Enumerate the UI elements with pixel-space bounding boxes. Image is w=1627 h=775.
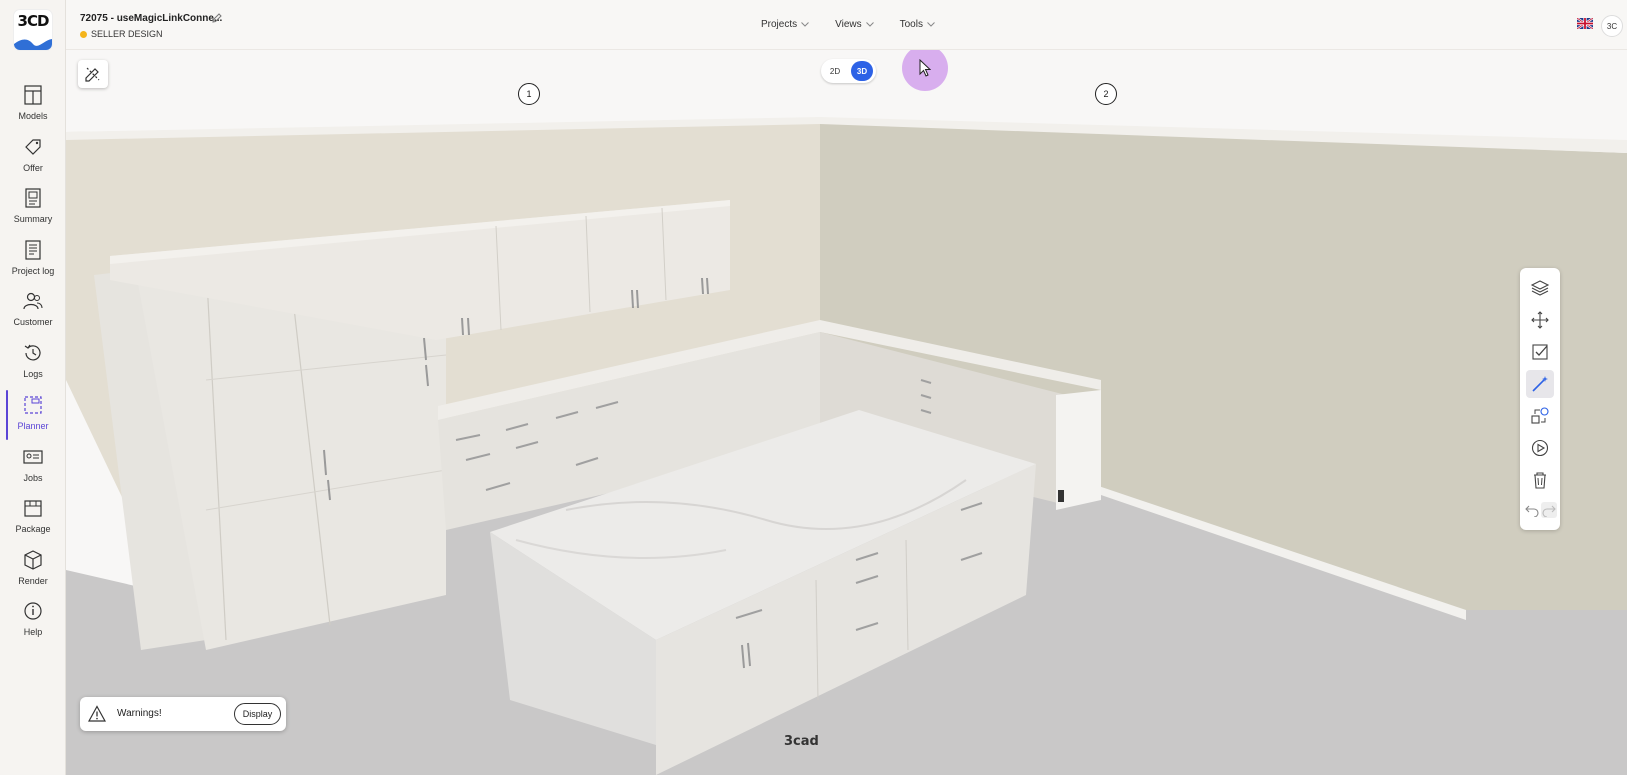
sidebar-item-label: Customer bbox=[13, 317, 53, 327]
history-icon bbox=[24, 344, 41, 361]
sidebar-item-label: Project log bbox=[11, 266, 55, 276]
layers-button[interactable] bbox=[1526, 274, 1554, 302]
sidebar-item-render[interactable]: Render bbox=[0, 549, 66, 599]
move-icon bbox=[1531, 311, 1549, 329]
logo-wave-icon bbox=[14, 39, 52, 50]
planner-3d-viewport[interactable]: 2D 3D 1 2 Warnings! Display 3cad bbox=[66, 50, 1627, 775]
warning-triangle-icon bbox=[88, 705, 106, 722]
sidebar-item-label: Jobs bbox=[23, 473, 43, 483]
main-menu: Projects Views Tools bbox=[761, 19, 961, 30]
swap-button[interactable] bbox=[1526, 402, 1554, 430]
warnings-label: Warnings! bbox=[117, 708, 162, 719]
menu-label: Views bbox=[835, 19, 862, 30]
sidebar-item-offer[interactable]: Offer bbox=[0, 136, 66, 186]
info-icon bbox=[24, 602, 42, 620]
ruler-pencil-icon bbox=[85, 67, 100, 82]
sidebar-item-label: Help bbox=[23, 627, 43, 637]
sidebar-item-project-log[interactable]: Project log bbox=[0, 239, 66, 289]
magic-edit-button[interactable] bbox=[78, 60, 108, 88]
kitchen-3d-scene[interactable] bbox=[66, 50, 1627, 775]
tag-icon bbox=[25, 139, 41, 155]
status-dot bbox=[80, 30, 87, 38]
play-icon bbox=[1531, 439, 1549, 457]
document-icon bbox=[25, 240, 41, 260]
menu-views[interactable]: Views bbox=[835, 19, 874, 30]
sidebar-item-logs[interactable]: Logs bbox=[0, 342, 66, 392]
project-title[interactable]: 72075 - useMagicLinkConne... bbox=[80, 13, 222, 24]
sidebar-item-label: Planner bbox=[17, 421, 49, 431]
checkbox-icon bbox=[1532, 344, 1548, 360]
menu-projects[interactable]: Projects bbox=[761, 19, 809, 30]
trash-icon bbox=[1534, 472, 1546, 489]
play-button[interactable] bbox=[1526, 434, 1554, 462]
select-button[interactable] bbox=[1526, 338, 1554, 366]
view-2d-option[interactable]: 2D bbox=[824, 61, 846, 81]
models-icon bbox=[24, 85, 42, 105]
svg-text:3cad: 3cad bbox=[784, 734, 819, 747]
status-text: SELLER DESIGN bbox=[91, 29, 163, 39]
move-button[interactable] bbox=[1526, 306, 1554, 334]
delete-button[interactable] bbox=[1526, 466, 1554, 494]
mouse-cursor-icon bbox=[919, 59, 931, 77]
view-3d-option[interactable]: 3D bbox=[851, 61, 873, 81]
magic-wand-button[interactable] bbox=[1526, 370, 1554, 398]
pencil-icon[interactable] bbox=[211, 12, 223, 24]
redo-icon bbox=[1542, 505, 1556, 517]
summary-icon bbox=[25, 188, 41, 208]
planner-icon bbox=[24, 396, 42, 414]
sidebar-item-planner[interactable]: Planner bbox=[0, 390, 66, 444]
uk-flag-icon[interactable] bbox=[1577, 18, 1593, 29]
sidebar-item-label: Summary bbox=[13, 214, 53, 224]
sidebar-item-jobs[interactable]: Jobs bbox=[0, 446, 66, 496]
sidebar-item-label: Offer bbox=[23, 163, 43, 173]
project-status: SELLER DESIGN bbox=[80, 29, 163, 39]
jobs-icon bbox=[23, 450, 43, 464]
brand-logo[interactable]: 3CD bbox=[14, 10, 52, 50]
user-avatar[interactable]: 3C bbox=[1601, 15, 1623, 37]
sidebar-item-package[interactable]: Package bbox=[0, 497, 66, 547]
sidebar-item-customer[interactable]: Customer bbox=[0, 290, 66, 340]
display-warnings-button[interactable]: Display bbox=[234, 703, 281, 725]
sidebar-item-label: Render bbox=[18, 576, 48, 586]
right-toolbar bbox=[1520, 268, 1560, 530]
wall-marker-2[interactable]: 2 bbox=[1095, 83, 1117, 105]
menu-label: Tools bbox=[899, 19, 923, 30]
menu-label: Projects bbox=[761, 19, 798, 30]
chevron-down-icon bbox=[801, 22, 809, 27]
warnings-panel: Warnings! Display bbox=[80, 697, 286, 731]
redo-button[interactable] bbox=[1541, 502, 1557, 518]
swap-icon bbox=[1531, 407, 1549, 424]
view-mode-toggle[interactable]: 2D 3D bbox=[821, 59, 876, 83]
sidebar-item-help[interactable]: Help bbox=[0, 600, 66, 650]
top-header: 72075 - useMagicLinkConne... SELLER DESI… bbox=[66, 0, 1627, 50]
magic-wand-icon bbox=[1532, 376, 1548, 392]
package-icon bbox=[24, 500, 42, 517]
sidebar-item-summary[interactable]: Summary bbox=[0, 187, 66, 237]
cube-icon bbox=[24, 550, 42, 570]
undo-button[interactable] bbox=[1524, 502, 1540, 518]
wall-marker-1[interactable]: 1 bbox=[518, 83, 540, 105]
logo-text: 3CD bbox=[17, 12, 50, 30]
undo-icon bbox=[1525, 505, 1539, 517]
3cad-watermark-logo: 3cad bbox=[784, 734, 819, 747]
sidebar-item-label: Package bbox=[15, 524, 51, 534]
sidebar: 3CD Models Offer Summary Project log Cus… bbox=[0, 0, 66, 775]
layers-icon bbox=[1530, 280, 1550, 296]
sidebar-item-label: Models bbox=[18, 111, 48, 121]
chevron-down-icon bbox=[865, 22, 874, 27]
sidebar-item-label: Logs bbox=[23, 369, 43, 379]
sidebar-item-models[interactable]: Models bbox=[0, 84, 66, 134]
chevron-down-icon bbox=[927, 22, 935, 27]
menu-tools[interactable]: Tools bbox=[900, 19, 935, 30]
users-icon bbox=[23, 292, 43, 310]
